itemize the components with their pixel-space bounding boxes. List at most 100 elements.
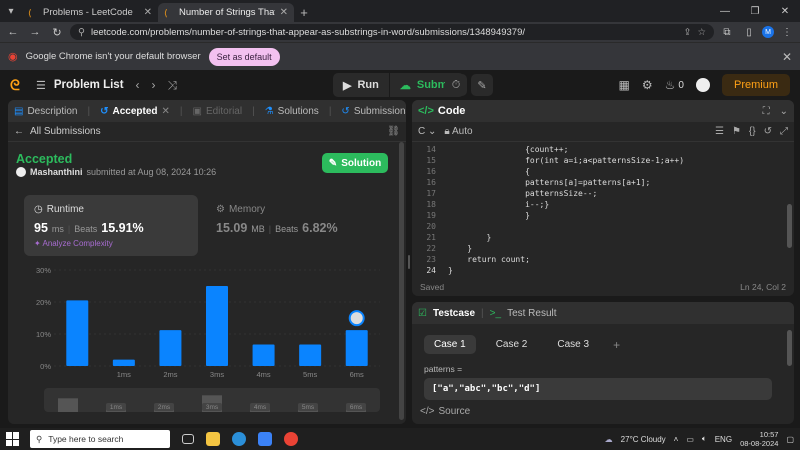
reload-icon[interactable]: ↻ <box>48 26 66 39</box>
line-text: for(int a=i;a<patternsSize-1;a++) <box>448 156 685 165</box>
browser-tabstrip: ▾ ⟨ Problems - LeetCode ✕ ⟨ Number of St… <box>0 0 800 22</box>
list-icon: ☰ <box>36 79 46 92</box>
close-infobar-icon[interactable]: ✕ <box>782 50 792 64</box>
back-icon[interactable]: ← <box>4 26 22 38</box>
maximize-icon[interactable]: ⛶ <box>763 106 770 117</box>
set-default-button[interactable]: Set as default <box>208 47 280 66</box>
leetcode-logo-icon[interactable]: ᘓ <box>10 77 28 94</box>
tab-test-result[interactable]: Test Result <box>507 308 556 319</box>
source-link[interactable]: </> Source <box>420 406 470 417</box>
weather-text[interactable]: 27°C Cloudy <box>621 435 666 444</box>
chart-bar[interactable] <box>66 300 89 366</box>
tab-editorial[interactable]: ▣ Editorial <box>193 106 243 117</box>
language-indicator[interactable]: ENG <box>715 435 732 444</box>
tab-accepted[interactable]: ↺ Accepted ✕ <box>100 106 170 117</box>
menu-dots-icon[interactable]: ⋮ <box>778 27 796 38</box>
bookmark-star-icon[interactable]: ☆ <box>697 27 706 38</box>
sidepanel-icon[interactable]: ▯ <box>740 27 758 38</box>
shuffle-icon[interactable]: ⤨ <box>168 78 178 93</box>
back-arrow-icon[interactable]: ← <box>14 126 24 137</box>
left-scrollbar[interactable] <box>399 142 404 420</box>
next-problem-icon[interactable]: › <box>152 78 156 92</box>
close-tab-icon[interactable]: ✕ <box>144 7 152 18</box>
code-editor[interactable]: 14 {count++; 15 for(int a=i;a<patternsSiz… <box>412 144 794 277</box>
y-tick-label: 20% <box>36 298 51 307</box>
language-select[interactable]: C ⌄ <box>418 126 436 137</box>
testcase-scrollbar[interactable] <box>787 330 792 366</box>
task-view-icon[interactable] <box>182 434 194 444</box>
weather-cloud-icon[interactable]: ☁ <box>605 435 613 444</box>
chart-bar[interactable] <box>252 344 275 366</box>
case-tab-1[interactable]: Case 1 <box>424 335 476 354</box>
run-button[interactable]: ▶ Run <box>333 73 389 97</box>
username-link[interactable]: Mashanthini <box>30 167 83 177</box>
settings-gear-icon[interactable]: ⚙ <box>642 78 653 92</box>
clock[interactable]: 10:57 08-08-2024 <box>740 430 778 448</box>
prev-problem-icon[interactable]: ‹ <box>136 78 140 92</box>
reset-icon[interactable]: ↺ <box>764 126 772 137</box>
minimize-icon[interactable]: — <box>710 6 740 17</box>
premium-button[interactable]: Premium <box>721 74 790 96</box>
close-tab-icon[interactable]: ✕ <box>280 7 288 18</box>
braces-icon[interactable]: {} <box>749 126 756 137</box>
solution-button[interactable]: ✎ Solution <box>322 153 388 173</box>
close-window-icon[interactable]: ✕ <box>770 6 800 17</box>
file-explorer-icon[interactable] <box>206 432 220 446</box>
timer-icon[interactable]: ⏱ <box>445 74 467 96</box>
share-icon[interactable]: ⇪ <box>684 27 692 38</box>
tab-description[interactable]: ▤ Description <box>14 106 77 117</box>
tray-chevron-icon[interactable]: ˄ <box>674 435 679 444</box>
network-icon[interactable]: ▭ <box>686 435 694 444</box>
mail-icon[interactable] <box>258 432 272 446</box>
taskbar-search[interactable]: ⚲ Type here to search <box>30 430 170 448</box>
param-input[interactable]: ["a","abc","bc","d"] <box>424 378 772 400</box>
chart-bar[interactable] <box>159 330 182 366</box>
volume-icon[interactable]: 🔈︎ <box>702 434 707 444</box>
tab-submissions[interactable]: ↺ Submissions <box>341 106 406 117</box>
mode-indicator[interactable]: 🔒︎ Auto <box>444 126 472 137</box>
browser-tab-problems[interactable]: ⟨ Problems - LeetCode ✕ <box>22 3 158 22</box>
fire-icon[interactable]: ♨ <box>665 78 676 92</box>
taskbar-apps <box>182 432 298 446</box>
chart-bar[interactable] <box>299 344 322 366</box>
tab-search-icon[interactable]: ▾ <box>0 0 22 22</box>
maximize-icon[interactable]: ❐ <box>740 6 770 17</box>
memory-card[interactable]: ⚙ Memory 15.09 MB | Beats 6.82% <box>206 195 382 256</box>
runtime-card[interactable]: ◷ Runtime 95 ms | Beats 15.91% ✦ Analyze… <box>24 195 198 256</box>
link-icon[interactable]: ⛓ <box>387 126 400 137</box>
case-tab-2[interactable]: Case 2 <box>486 335 538 354</box>
notes-icon[interactable]: ✎ <box>471 74 493 96</box>
chart-bar[interactable] <box>345 330 368 366</box>
chrome-taskbar-icon[interactable] <box>284 432 298 446</box>
forward-icon[interactable]: → <box>26 26 44 38</box>
case-tab-3[interactable]: Case 3 <box>547 335 599 354</box>
chart-bar[interactable] <box>206 286 228 366</box>
profile-avatar[interactable]: M <box>762 26 774 38</box>
layout-icon[interactable]: ▦ <box>619 78 630 92</box>
site-info-icon[interactable]: ⚲ <box>78 27 85 38</box>
chart-bar[interactable] <box>112 359 135 366</box>
tab-testcase[interactable]: Testcase <box>433 308 475 319</box>
collapse-icon[interactable]: ⌄ <box>780 106 788 117</box>
fullscreen-icon[interactable]: ⤢ <box>780 126 788 137</box>
chart-range-selector[interactable]: 1ms 2ms 3ms 4ms 5ms 6ms <box>44 388 380 412</box>
bookmark-icon[interactable]: ⚑ <box>732 126 741 137</box>
user-avatar[interactable] <box>695 78 710 92</box>
tab-solutions[interactable]: ⚗ Solutions <box>265 106 319 117</box>
extensions-icon[interactable]: ⧉ <box>718 27 736 38</box>
analyze-complexity-link[interactable]: ✦ Analyze Complexity <box>34 239 113 248</box>
notifications-icon[interactable]: ▢ <box>786 435 794 444</box>
user-avatar[interactable] <box>16 167 26 177</box>
browser-tab-current[interactable]: ⟨ Number of Strings That Appear ✕ <box>158 3 294 22</box>
new-tab-button[interactable]: + <box>294 3 314 22</box>
format-icon[interactable]: ☰ <box>715 126 724 137</box>
windows-start-icon[interactable] <box>6 432 20 446</box>
edge-icon[interactable] <box>232 432 246 446</box>
add-case-icon[interactable]: + <box>613 338 620 352</box>
line-number: 24 <box>426 266 436 275</box>
address-bar[interactable]: ⚲ leetcode.com/problems/number-of-string… <box>70 24 714 40</box>
problem-list-link[interactable]: Problem List <box>54 79 124 91</box>
code-scrollbar[interactable] <box>787 204 792 248</box>
all-submissions-link[interactable]: All Submissions <box>30 126 101 137</box>
close-tab-icon[interactable]: ✕ <box>162 106 170 117</box>
